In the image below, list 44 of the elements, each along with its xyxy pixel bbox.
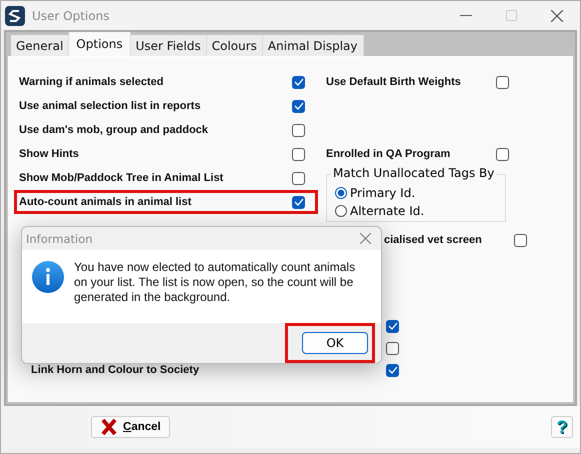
app-logo-icon — [5, 6, 25, 26]
option-label: Warning if animals selected — [19, 76, 164, 88]
option-label: Use Default Birth Weights — [326, 76, 462, 88]
tab[interactable]: Options — [69, 32, 131, 56]
option-label: Show Mob/Paddock Tree in Animal List — [19, 172, 224, 184]
option-label: Use animal selection list in reports — [19, 100, 202, 112]
checkbox[interactable] — [496, 76, 509, 88]
maximize-icon — [506, 10, 517, 21]
tab[interactable]: Animal Display — [262, 35, 364, 56]
option-label: Use dam's mob, group and paddock — [19, 124, 210, 136]
checkbox[interactable] — [292, 172, 305, 184]
option-label: cialised vet screen — [384, 234, 483, 246]
minimize-icon[interactable] — [460, 14, 472, 16]
checkbox[interactable] — [292, 148, 305, 160]
group-title: Match Unallocated Tags By — [331, 166, 496, 180]
checkbox[interactable] — [292, 124, 305, 136]
cross-icon — [100, 418, 118, 436]
ok-button[interactable]: OK — [302, 332, 368, 354]
window-title: User Options — [32, 8, 110, 22]
option-label: Show Hints — [19, 148, 80, 160]
dialog-message: You have now elected to automatically count animals on your list. The list is now open, so the count will be generated in the background. — [74, 260, 356, 306]
checkbox[interactable] — [514, 234, 527, 246]
radio-button[interactable] — [335, 205, 347, 217]
close-icon[interactable] — [551, 10, 563, 22]
checkbox[interactable] — [496, 148, 509, 160]
option-label: Auto-count animals in animal list — [19, 196, 192, 208]
checkbox[interactable] — [386, 320, 399, 332]
checkbox[interactable] — [386, 364, 399, 376]
info-icon — [32, 261, 64, 294]
radio-label: Alternate Id. — [350, 204, 424, 218]
tab[interactable]: Colours — [206, 35, 263, 56]
option-label: Link Horn and Colour to Society — [31, 364, 200, 376]
close-icon[interactable] — [360, 233, 371, 244]
radio-label: Primary Id. — [350, 186, 416, 200]
checkbox[interactable] — [292, 76, 305, 88]
tab[interactable]: General — [11, 35, 70, 56]
checkbox[interactable] — [292, 196, 305, 208]
cancel-button[interactable]: Cancel — [91, 416, 170, 438]
checkbox[interactable] — [386, 342, 399, 354]
checkbox[interactable] — [292, 100, 305, 112]
tab[interactable]: User Fields — [130, 35, 207, 56]
dialog-title: Information — [26, 232, 93, 246]
option-label: Enrolled in QA Program — [326, 148, 452, 160]
radio-button[interactable] — [335, 187, 347, 199]
